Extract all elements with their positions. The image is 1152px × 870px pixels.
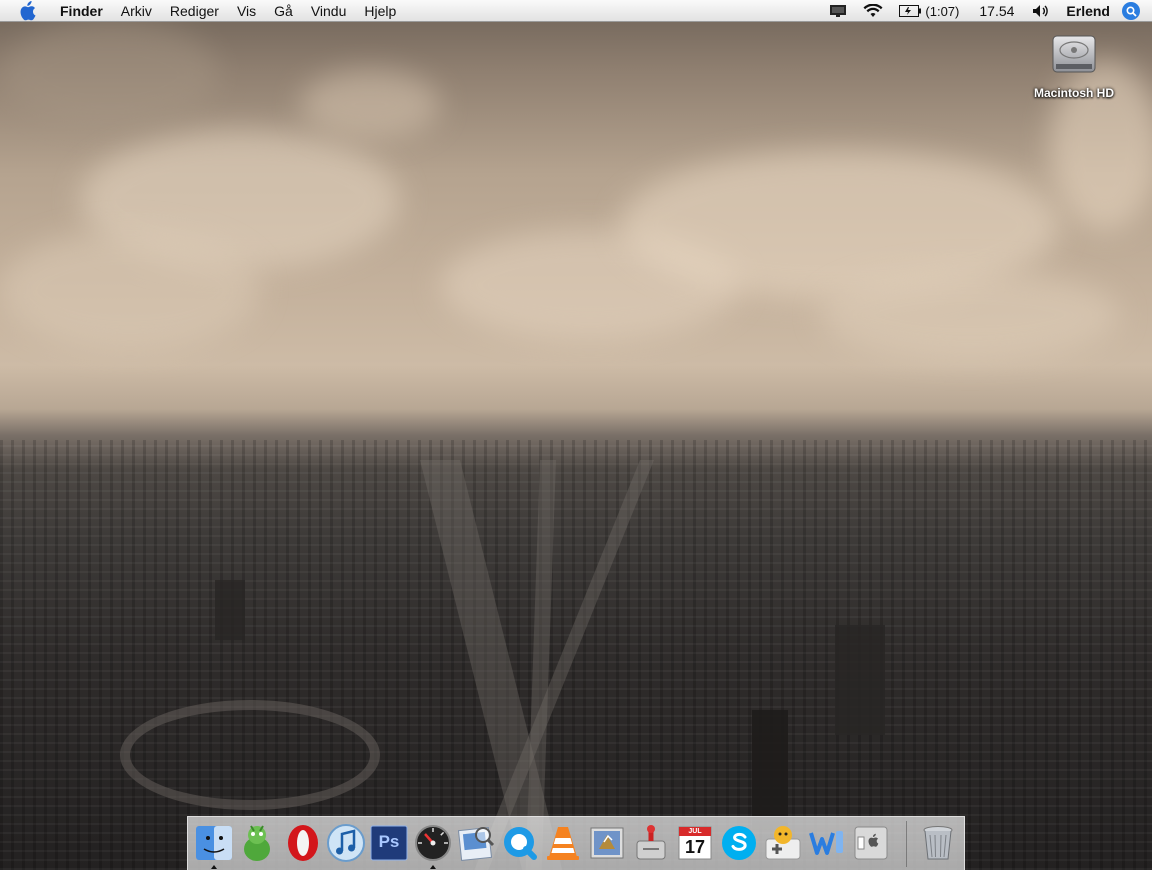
display-status-icon[interactable] — [821, 0, 855, 22]
adium-icon[interactable] — [237, 823, 277, 863]
photoshop-label: Ps — [378, 832, 400, 851]
growl-icon[interactable] — [763, 823, 803, 863]
menu-rediger[interactable]: Rediger — [161, 0, 228, 22]
user-menu[interactable]: Erlend — [1058, 0, 1118, 22]
building — [215, 580, 245, 640]
cloud — [0, 230, 260, 350]
wifi-icon[interactable] — [855, 0, 891, 22]
skyscraper — [835, 625, 885, 735]
transmission-icon[interactable] — [631, 823, 671, 863]
dashboard-icon[interactable] — [413, 823, 453, 863]
vlc-icon[interactable] — [543, 823, 583, 863]
preview-icon[interactable] — [456, 823, 496, 863]
desktop-wallpaper — [0, 0, 1152, 870]
cloud — [300, 70, 440, 140]
desktop-icon-label: Macintosh HD — [1033, 86, 1114, 100]
volume-icon[interactable] — [1024, 0, 1058, 22]
itunes-icon[interactable] — [326, 823, 366, 863]
city-texture — [0, 440, 1152, 870]
opera-icon[interactable] — [283, 823, 323, 863]
dock-separator — [906, 821, 907, 867]
clock[interactable]: 17.54 — [967, 0, 1024, 22]
photoshop-icon[interactable]: Ps — [369, 823, 409, 863]
battery-status[interactable]: (1:07) — [891, 0, 967, 22]
ical-month: JUL — [688, 828, 702, 835]
ical-day: 17 — [684, 837, 706, 857]
quicktime-icon[interactable] — [500, 823, 540, 863]
trash-icon[interactable] — [918, 823, 958, 863]
word-icon[interactable] — [807, 823, 847, 863]
desktop-icon-macintosh-hd[interactable]: Macintosh HD — [1028, 30, 1120, 100]
menu-hjelp[interactable]: Hjelp — [355, 0, 405, 22]
system-preferences-icon[interactable] — [851, 823, 891, 863]
mail-icon[interactable] — [587, 823, 627, 863]
spotlight-search-icon[interactable] — [1122, 2, 1140, 20]
cloud — [0, 20, 220, 130]
dock: Ps JUL 17 — [187, 816, 965, 870]
skype-icon[interactable] — [719, 823, 759, 863]
menu-app-finder[interactable]: Finder — [51, 0, 112, 22]
running-indicator — [211, 865, 217, 869]
menu-ga[interactable]: Gå — [265, 0, 302, 22]
ical-icon[interactable]: JUL 17 — [675, 823, 715, 863]
hard-drive-icon — [1050, 30, 1098, 78]
battery-icon — [899, 5, 922, 17]
running-indicator — [430, 865, 436, 869]
menu-arkiv[interactable]: Arkiv — [112, 0, 161, 22]
finder-icon[interactable] — [194, 823, 234, 863]
menu-bar: Finder Arkiv Rediger Vis Gå Vindu Hjelp … — [0, 0, 1152, 22]
cloud — [820, 270, 1120, 360]
highway-interchange — [120, 700, 380, 810]
battery-time: (1:07) — [925, 3, 960, 19]
menu-vindu[interactable]: Vindu — [302, 0, 356, 22]
apple-menu-icon[interactable] — [17, 0, 37, 21]
skyscraper — [752, 710, 788, 830]
menu-vis[interactable]: Vis — [228, 0, 265, 22]
